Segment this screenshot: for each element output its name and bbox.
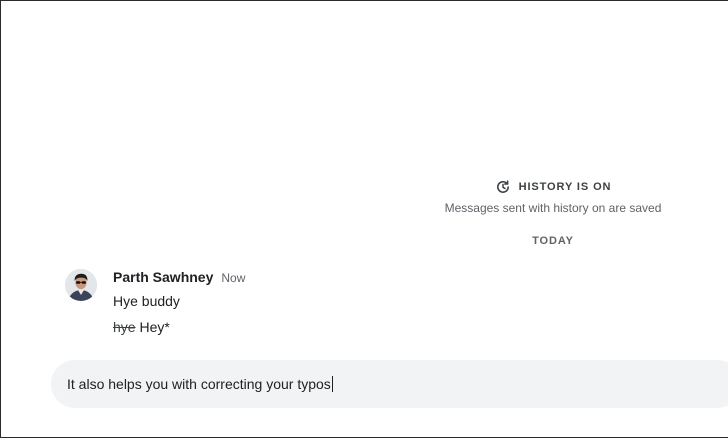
avatar[interactable] <box>65 269 97 301</box>
history-icon <box>495 179 511 195</box>
history-banner: HISTORY IS ON Messages sent with history… <box>437 179 669 215</box>
history-title-row: HISTORY IS ON <box>437 179 669 195</box>
history-subtitle: Messages sent with history on are saved <box>444 201 662 215</box>
message-text-edited: hye Hey* <box>113 319 170 335</box>
correction-text: Hey* <box>139 319 170 335</box>
text-caret <box>331 376 333 392</box>
chat-window: HISTORY IS ON Messages sent with history… <box>0 0 728 438</box>
message-header: Parth Sawhney Now <box>113 269 245 285</box>
message-text: Hye buddy <box>113 293 180 309</box>
history-title: HISTORY IS ON <box>518 181 612 193</box>
date-divider: TODAY <box>532 235 574 247</box>
struck-text: hye <box>113 319 136 335</box>
message-timestamp: Now <box>221 271 246 285</box>
message-text-content: Hye buddy <box>113 293 180 309</box>
sender-name[interactable]: Parth Sawhney <box>113 269 213 285</box>
composer-input-text[interactable]: It also helps you with correcting your t… <box>67 376 331 392</box>
message-composer[interactable]: It also helps you with correcting your t… <box>51 360 728 408</box>
